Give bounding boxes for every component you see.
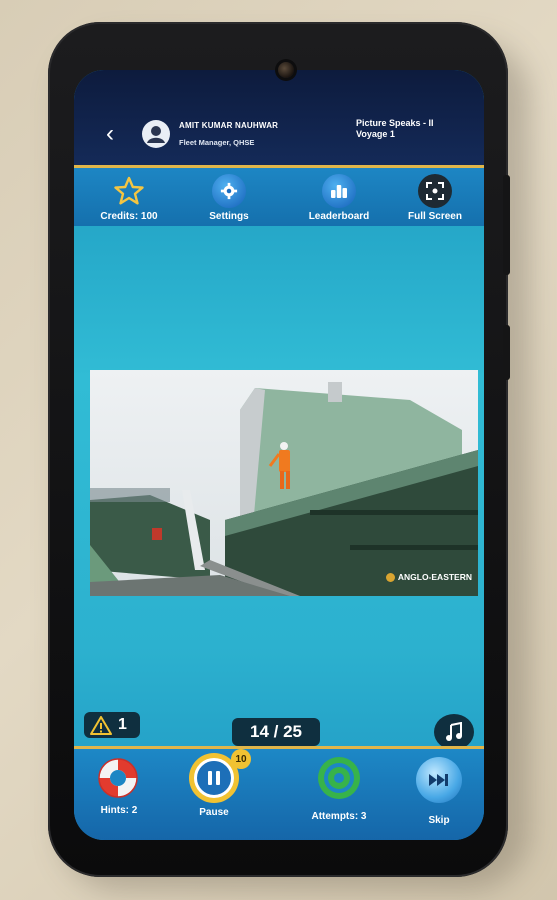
user-icon — [147, 126, 165, 143]
game-title-line2: Voyage 1 — [356, 129, 395, 139]
bottom-action-bar: Hints: 2 10 Pause Attempts: 3 Skip — [74, 746, 484, 840]
warning-badge[interactable]: 1 — [84, 712, 140, 738]
user-name: AMIT KUMAR NAUHWAR — [179, 121, 279, 130]
fullscreen-label: Full Screen — [408, 211, 462, 222]
credits-label: Credits: 100 — [100, 211, 158, 222]
pause-label: Pause — [199, 807, 229, 818]
logo-icon — [385, 572, 395, 582]
gear-icon — [212, 174, 246, 208]
power-button — [503, 325, 510, 380]
hints-button[interactable]: Hints: 2 — [84, 749, 154, 840]
settings-label: Settings — [209, 211, 249, 222]
leaderboard-button[interactable]: Leaderboard — [294, 168, 384, 222]
skip-icon — [416, 757, 462, 803]
lifebuoy-icon — [98, 758, 138, 798]
volume-button — [503, 175, 510, 275]
fullscreen-icon — [418, 174, 452, 208]
target-icon — [318, 757, 360, 799]
pause-badge: 10 — [231, 749, 251, 769]
hints-label: Hints: 2 — [100, 805, 138, 816]
game-title-line1: Picture Speaks - II — [356, 118, 434, 128]
star-icon — [112, 174, 146, 208]
attempts-label: Attempts: 3 — [311, 811, 367, 822]
front-camera — [278, 62, 294, 78]
warning-count: 1 — [118, 716, 127, 733]
warning-icon — [90, 715, 112, 735]
pause-button[interactable]: 10 Pause — [179, 749, 255, 840]
user-role: Fleet Manager, QHSE — [179, 138, 255, 147]
leaderboard-label: Leaderboard — [308, 211, 370, 222]
progress-text: 14 / 25 — [250, 722, 302, 741]
credits-button[interactable]: Credits: 100 — [84, 168, 174, 222]
app-screen: ‹ AMIT KUMAR NAUHWAR Fleet Manager, QHSE… — [74, 70, 484, 840]
ship-deck-photo — [90, 370, 478, 596]
back-chevron-icon[interactable]: ‹ — [106, 122, 114, 146]
leaderboard-icon — [322, 174, 356, 208]
attempts-button[interactable]: Attempts: 3 — [294, 749, 384, 840]
skip-label: Skip — [428, 815, 450, 826]
puzzle-image[interactable]: ANGLO-EASTERN — [90, 370, 478, 596]
avatar — [142, 120, 170, 148]
music-note-icon — [446, 722, 462, 741]
anglo-eastern-watermark: ANGLO-EASTERN — [385, 572, 472, 582]
game-title: Picture Speaks - II Voyage 1 — [356, 118, 434, 140]
progress-counter: 14 / 25 — [232, 718, 320, 746]
header-bar: ‹ AMIT KUMAR NAUHWAR Fleet Manager, QHSE… — [74, 70, 484, 168]
fullscreen-button[interactable]: Full Screen — [390, 168, 480, 222]
top-toolbar: Credits: 100 Settings Leaderboard Full S… — [74, 168, 484, 226]
settings-button[interactable]: Settings — [184, 168, 274, 222]
music-button[interactable] — [434, 714, 474, 750]
skip-button[interactable]: Skip — [406, 749, 476, 840]
